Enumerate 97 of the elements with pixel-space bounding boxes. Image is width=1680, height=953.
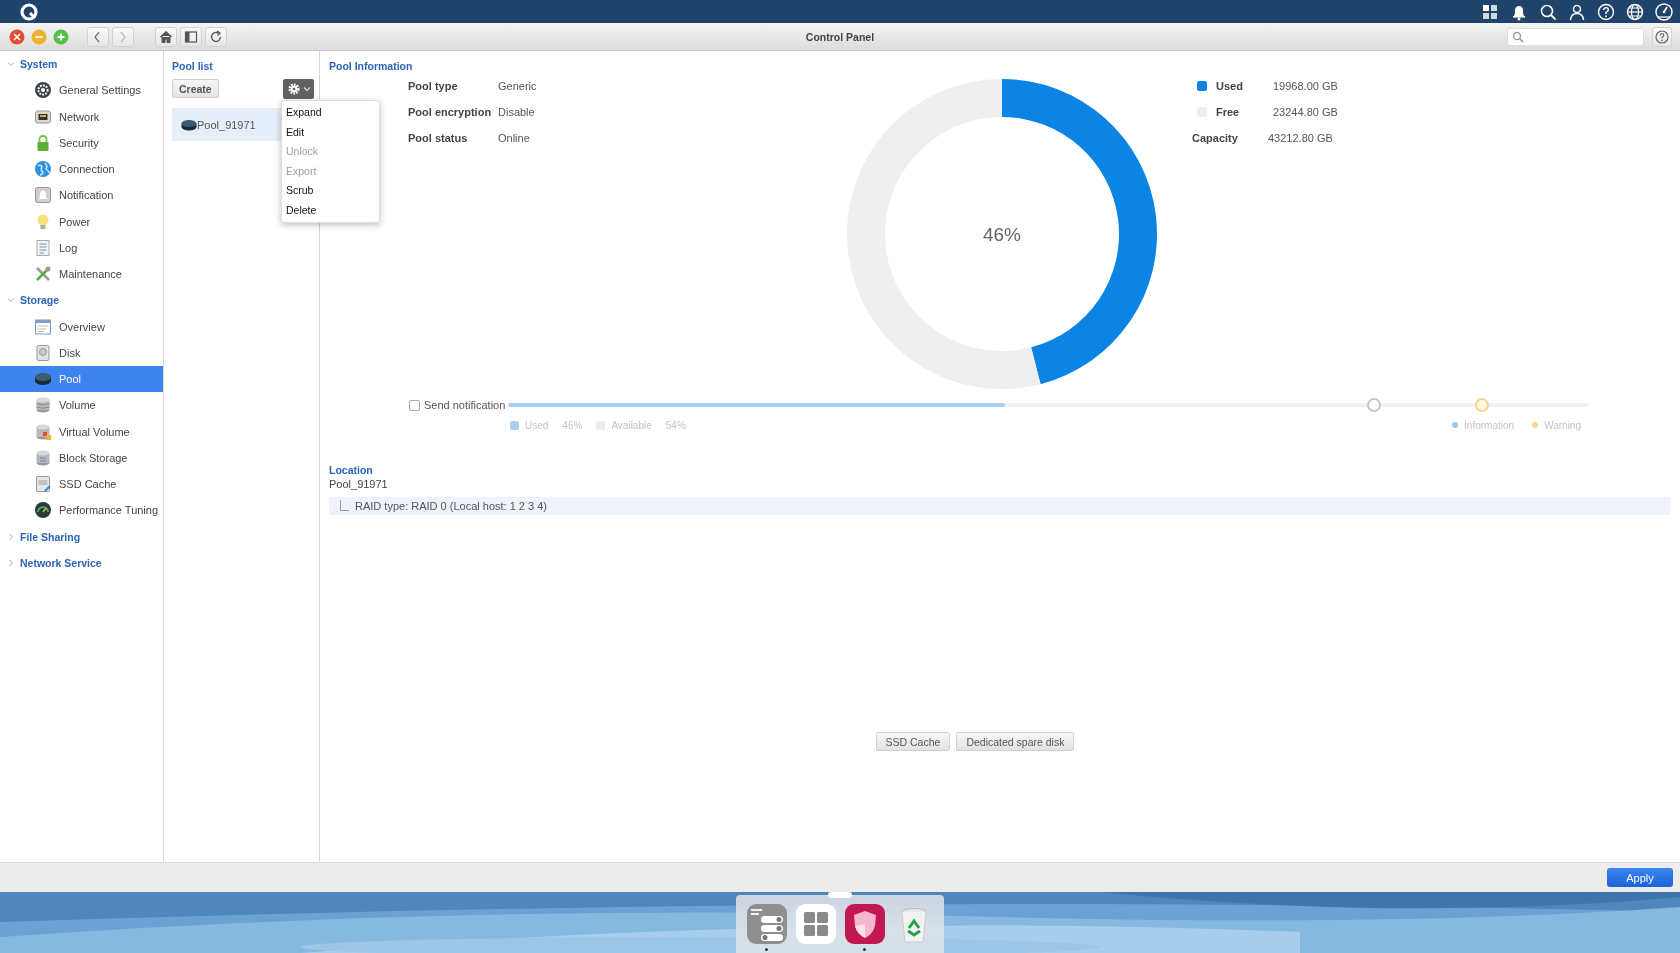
menu-item[interactable]: Scrub <box>282 181 379 201</box>
database-stack-icon <box>34 448 52 467</box>
legend-value: 54% <box>665 419 686 431</box>
field-value: Online <box>498 132 530 144</box>
chevron-icon <box>6 531 16 542</box>
gear-icon <box>286 82 301 96</box>
panel-title: Pool list <box>172 59 214 73</box>
sidebar-section[interactable]: File Sharing <box>0 523 163 550</box>
section-title: Pool Information <box>329 59 414 73</box>
legend-value: 46% <box>562 419 583 431</box>
sidebar-toggle-icon <box>183 28 199 45</box>
search-field[interactable] <box>1507 27 1644 46</box>
sidebar-item[interactable]: Pool <box>0 366 163 393</box>
ethernet-port-icon <box>34 107 52 126</box>
toggle-switches-icon <box>744 902 789 946</box>
legend-label: Available <box>611 419 652 431</box>
sidebar-item[interactable]: Disk <box>0 339 163 366</box>
capacity-label: Capacity <box>1192 132 1239 144</box>
percent-label: 46% <box>983 224 1021 245</box>
window-icon <box>34 317 52 336</box>
database-stack-icon <box>34 422 52 441</box>
ssd-icon <box>34 475 52 494</box>
refresh-icon <box>208 28 224 45</box>
back-button[interactable] <box>87 26 109 47</box>
sidebar-item[interactable]: Performance Tuning <box>0 497 163 524</box>
sidebar-item[interactable]: Volume <box>0 392 163 419</box>
sidebar-item[interactable]: SSD Cache <box>0 471 163 498</box>
sidebar-item[interactable]: General Settings <box>0 77 163 104</box>
field-label: Pool status <box>408 132 469 144</box>
legend-label: Free <box>1216 106 1241 118</box>
apply-button[interactable]: Apply <box>1607 868 1673 887</box>
caret-icon <box>302 85 311 93</box>
shield-icon <box>842 902 887 946</box>
sidebar-item[interactable]: Network <box>0 103 163 130</box>
globe-icon[interactable] <box>1625 1 1645 22</box>
refresh-button[interactable] <box>205 26 227 47</box>
window-title: Control Panel <box>805 30 875 43</box>
action-button[interactable]: SSD Cache <box>875 732 951 751</box>
checkbox-label: Send notification <box>424 399 507 411</box>
raid-type-text: RAID type: RAID 0 (Local host: 1 2 3 4) <box>355 500 547 512</box>
help-icon <box>1654 28 1670 45</box>
sidebar-section[interactable]: System <box>0 51 163 78</box>
legend-label: Used <box>525 419 549 431</box>
field-value: Generic <box>498 80 537 92</box>
sidebar-item[interactable]: Virtual Volume <box>0 418 163 445</box>
sidebar-item[interactable]: Overview <box>0 313 163 340</box>
legend-value: 23244.80 GB <box>1273 106 1338 118</box>
grid-icon <box>793 902 838 946</box>
globe-icon <box>34 160 52 179</box>
slider-handle[interactable] <box>1366 398 1381 412</box>
home-icon <box>158 28 174 45</box>
chevron-icon <box>6 557 16 568</box>
sidebar-item[interactable]: Log <box>0 234 163 261</box>
gear-icon <box>34 81 52 100</box>
sidebar-item[interactable]: Block Storage <box>0 444 163 471</box>
tree-branch-icon <box>339 500 349 512</box>
field-label: Pool encryption <box>408 106 493 118</box>
running-indicator <box>765 948 768 951</box>
sidebar-section[interactable]: Storage <box>0 287 163 314</box>
legend-label: Warning <box>1544 419 1581 431</box>
sidebar-item[interactable]: Maintenance <box>0 261 163 288</box>
pool-disc-icon <box>181 118 197 131</box>
gauge-icon <box>34 501 52 520</box>
field-label: Pool type <box>408 80 459 92</box>
create-button[interactable]: Create <box>172 79 219 98</box>
field-value: Disable <box>498 106 535 118</box>
legend-value: 19968.00 GB <box>1273 80 1338 92</box>
capacity-value: 43212.80 GB <box>1268 132 1333 144</box>
running-indicator <box>863 948 866 951</box>
bell-icon <box>34 186 52 205</box>
actions-button[interactable] <box>283 79 314 99</box>
home-button[interactable] <box>155 26 177 47</box>
slider-handle[interactable] <box>1474 398 1489 412</box>
dock-handle <box>828 892 852 898</box>
section-title: Location <box>329 463 374 477</box>
help-button[interactable] <box>1652 26 1672 47</box>
dock-item[interactable] <box>744 902 789 953</box>
sidebar-item[interactable]: Notification <box>0 182 163 209</box>
close-icon[interactable] <box>8 27 26 46</box>
menu-item[interactable]: Delete <box>282 200 379 220</box>
legend-label: Used <box>1216 80 1244 92</box>
sidebar-item[interactable]: Connection <box>0 156 163 183</box>
sidebar-toggle-button[interactable] <box>180 26 202 47</box>
help-icon[interactable] <box>1596 1 1616 22</box>
search-icon <box>1512 30 1524 43</box>
gauge-icon[interactable] <box>1654 1 1674 22</box>
disk-drive-icon <box>34 343 52 362</box>
sidebar-section[interactable]: Network Service <box>0 549 163 576</box>
sidebar-item[interactable]: Security <box>0 129 163 156</box>
pool-name: Pool_91971 <box>329 477 389 491</box>
document-list-icon <box>34 238 52 257</box>
dock-item[interactable] <box>842 902 887 953</box>
action-button[interactable]: Dedicated spare disk <box>956 732 1075 751</box>
checkbox[interactable] <box>409 399 420 411</box>
database-stack-icon <box>34 396 52 415</box>
sidebar-item[interactable]: Power <box>0 208 163 235</box>
logo-icon <box>19 1 39 22</box>
